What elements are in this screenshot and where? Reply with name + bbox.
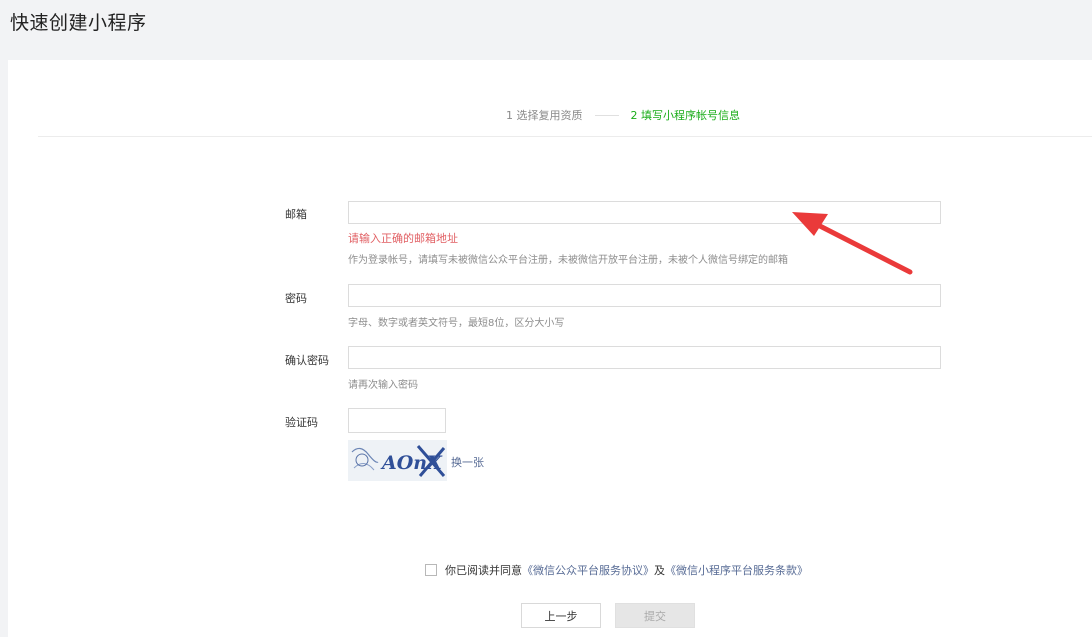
service-agreement-link[interactable]: 《微信公众平台服务协议》 [522,562,654,578]
miniprogram-terms-link[interactable]: 《微信小程序平台服务条款》 [665,562,808,578]
agreement-row: 你已阅读并同意 《微信公众平台服务协议》 及 《微信小程序平台服务条款》 [425,562,808,578]
confirm-password-hint: 请再次输入密码 [348,380,418,391]
submit-button[interactable]: 提交 [615,603,695,628]
header-divider [38,136,1092,137]
captcha-refresh-link[interactable]: 换一张 [451,454,484,470]
page-title: 快速创建小程序 [10,12,147,34]
captcha-image[interactable]: AOnX [348,440,447,481]
password-label: 密码 [285,292,307,305]
step-2: 2 填写小程序帐号信息 [630,109,741,122]
step-1: 1 选择复用资质 [506,109,583,122]
captcha-input[interactable] [348,408,446,433]
captcha-label: 验证码 [285,416,318,429]
main-panel: 1 选择复用资质 2 填写小程序帐号信息 邮箱 请输入正确的邮箱地址 作为登录帐… [8,60,1092,637]
email-hint: 作为登录帐号，请填写未被微信公众平台注册，未被微信开放平台注册，未被个人微信号绑… [348,255,788,266]
agreement-connector: 及 [654,564,665,577]
email-input[interactable] [348,201,941,224]
agreement-checkbox[interactable] [425,564,437,576]
confirm-password-input[interactable] [348,346,941,369]
agreement-prefix: 你已阅读并同意 [445,564,522,577]
captcha-svg: AOnX [348,440,447,481]
step-separator [594,114,619,116]
confirm-password-label: 确认密码 [285,354,329,367]
password-input[interactable] [348,284,941,307]
email-label: 邮箱 [285,208,307,221]
prev-step-button[interactable]: 上一步 [521,603,601,628]
email-error: 请输入正确的邮箱地址 [348,232,458,245]
password-hint: 字母、数字或者英文符号，最短8位，区分大小写 [348,318,565,329]
